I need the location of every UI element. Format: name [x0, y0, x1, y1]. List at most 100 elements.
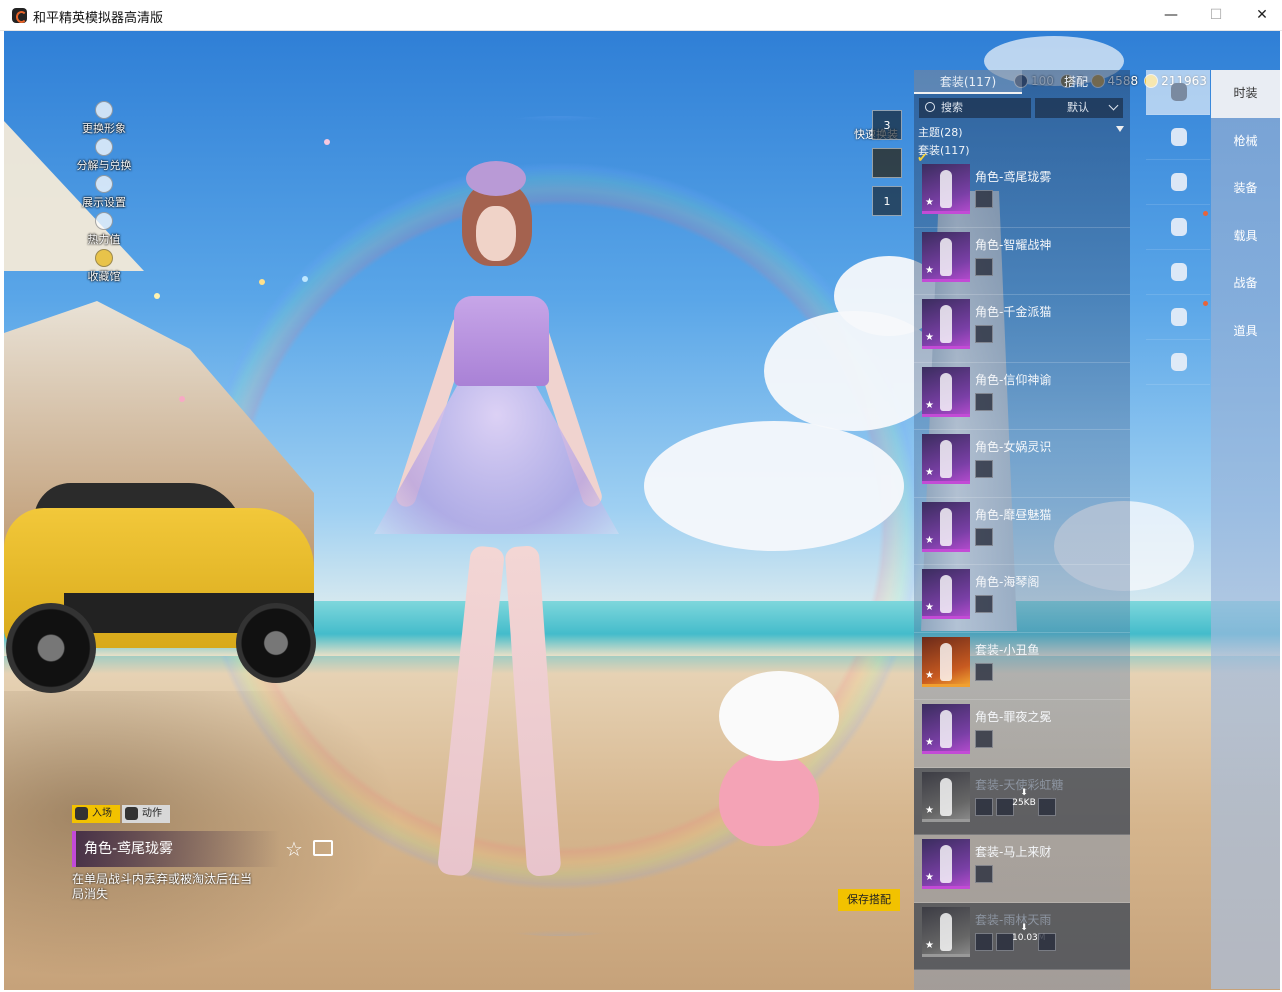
- floating-orb: [324, 139, 330, 145]
- pants-icon: [1171, 308, 1187, 326]
- costume-list-item[interactable]: ★ 套装-天使彩虹糖 ⬇ 25KB: [914, 767, 1130, 835]
- star-icon: ★: [925, 804, 934, 816]
- character-figure-icon: [940, 507, 952, 546]
- character-figure-icon: [940, 237, 952, 276]
- costume-thumbnail: ★: [922, 434, 970, 484]
- category-top-clothes[interactable]: [1146, 250, 1210, 295]
- nav-item[interactable]: 战备: [1211, 260, 1280, 308]
- category-outfit-figure[interactable]: [1146, 70, 1210, 115]
- character-figure-icon: [940, 305, 952, 343]
- nav-item[interactable]: 时装: [1211, 70, 1280, 118]
- change-avatar-button[interactable]: 更换形象: [64, 101, 144, 138]
- star-icon: ★: [925, 602, 934, 613]
- character-figure-icon: [940, 642, 952, 681]
- quick-change-slot-1[interactable]: 1: [872, 186, 902, 216]
- costume-list-item[interactable]: ★ 套装-雨林天雨 ⬇ 10.03M: [914, 902, 1130, 970]
- sort-dropdown[interactable]: 默认: [1035, 98, 1123, 118]
- decompose-exchange-button[interactable]: 分解与兑换: [64, 138, 144, 175]
- costume-list-item[interactable]: ★ 角色-靡昼魅猫: [914, 498, 1130, 565]
- minimize-button[interactable]: —: [1155, 4, 1187, 26]
- app-logo-icon: [12, 8, 27, 23]
- character-figure-icon: [940, 170, 952, 208]
- tab-suits[interactable]: 套装(117): [914, 70, 1022, 94]
- costume-part-icon: [1038, 797, 1056, 816]
- costume-list-item[interactable]: ★ 角色-罪夜之冕: [914, 700, 1130, 768]
- costume-list-item[interactable]: ★ 角色-女娲灵识: [914, 430, 1130, 498]
- character-figure-icon: [940, 372, 952, 411]
- costume-description: 在单局战斗内丢弃或被淘汰后在当局消失: [72, 872, 253, 901]
- download-size: 25KB: [1012, 797, 1036, 808]
- quick-change-slot-3[interactable]: 3: [872, 110, 902, 140]
- costume-part-icon: [975, 325, 993, 343]
- character-model[interactable]: [354, 161, 634, 881]
- costume-list-item[interactable]: ★ 角色-海琴阁: [914, 565, 1130, 633]
- character-figure-icon: [940, 440, 952, 478]
- left-quick-menu: 更换形象 分解与兑换 展示设置 热力值 收藏馆: [64, 101, 144, 286]
- star-icon: ★: [925, 669, 934, 681]
- category-pants[interactable]: [1146, 295, 1210, 340]
- download-size: 10.03M: [1012, 932, 1046, 943]
- share-icon[interactable]: [313, 840, 333, 856]
- floating-orb: [302, 276, 308, 282]
- costume-name: 角色-鸢尾珑雾: [975, 170, 1052, 184]
- costume-list-item[interactable]: ★ 角色-智耀战神: [914, 228, 1130, 295]
- tab-outfits[interactable]: 搭配: [1022, 70, 1130, 94]
- nav-item[interactable]: 道具: [1211, 308, 1280, 356]
- costume-thumbnail: ★: [922, 771, 970, 822]
- favorite-star-icon[interactable]: ☆: [285, 837, 303, 861]
- category-shoes[interactable]: [1146, 340, 1210, 385]
- category-cap[interactable]: [1146, 115, 1210, 160]
- mode-entrance[interactable]: 入场: [72, 805, 120, 823]
- costume-list-item[interactable]: ★ 套装-马上来财: [914, 835, 1130, 903]
- dropdown-arrow-icon[interactable]: [1116, 126, 1124, 132]
- entrance-icon: [75, 807, 88, 820]
- yellow-suv-vehicle: [4, 483, 322, 693]
- collection-gallery-button[interactable]: 收藏馆: [64, 249, 144, 286]
- costume-part-icon: [975, 595, 993, 613]
- star-icon: ★: [925, 332, 934, 343]
- download-icon: ⬇: [1020, 787, 1028, 798]
- search-input[interactable]: 搜索: [919, 98, 1031, 118]
- preview-mode-tabs: 入场 动作: [72, 805, 170, 823]
- costume-name: 套装-马上来财: [975, 845, 1052, 859]
- quick-change-slot-emblem[interactable]: [872, 148, 902, 178]
- costume-thumbnail: ★: [922, 906, 970, 957]
- nav-item[interactable]: 装备: [1211, 165, 1280, 213]
- costume-thumbnail: ★: [922, 839, 970, 889]
- costume-name: 套装-小丑鱼: [975, 642, 1040, 657]
- action-icon: [125, 807, 138, 820]
- star-icon: ★: [925, 534, 934, 546]
- save-outfit-button[interactable]: 保存搭配: [838, 889, 900, 911]
- flame-icon: [95, 212, 113, 230]
- costume-part-icon: [975, 190, 993, 208]
- star-icon: ★: [925, 467, 934, 478]
- download-indicator[interactable]: ⬇ 25KB: [1012, 788, 1036, 808]
- mode-action[interactable]: 动作: [122, 805, 170, 823]
- category-goggles[interactable]: [1146, 160, 1210, 205]
- theme-filter[interactable]: 主题(28): [918, 124, 963, 140]
- mask-face-icon: [1171, 218, 1187, 236]
- costume-part-icon: [975, 865, 993, 883]
- costume-list-item[interactable]: ★ 角色-千金派猫: [914, 295, 1130, 363]
- costume-list-item[interactable]: ★ 角色-信仰神谕: [914, 363, 1130, 430]
- heat-value-button[interactable]: 热力值: [64, 212, 144, 249]
- display-settings-button[interactable]: 展示设置: [64, 175, 144, 212]
- maximize-button[interactable]: ☐: [1200, 4, 1232, 26]
- costume-part-icon: [975, 392, 993, 411]
- close-window-button[interactable]: ✕: [1246, 4, 1278, 26]
- nav-item[interactable]: 枪械: [1211, 118, 1280, 166]
- costume-part-icon: [975, 932, 993, 951]
- window-titlebar: 和平精英模拟器高清版 — ☐ ✕: [0, 0, 1282, 31]
- shoes-icon: [1171, 353, 1187, 371]
- download-indicator[interactable]: ⬇ 10.03M: [1012, 923, 1046, 943]
- costume-part-icon: [975, 730, 993, 748]
- costume-list-item[interactable]: ★ 角色-鸢尾珑雾 ✔: [914, 152, 1130, 228]
- costume-list: ★ 角色-鸢尾珑雾 ✔ ★ 角色-智耀战神 ★ 角色-千金派猫 ★ 角色-信仰神谕 ★ 角色-女娲灵…: [914, 152, 1130, 970]
- category-mask-face[interactable]: [1146, 205, 1210, 250]
- star-icon: ★: [925, 737, 934, 748]
- nav-item[interactable]: 载具: [1211, 213, 1280, 261]
- costume-thumbnail: ★: [922, 636, 970, 687]
- star-icon: ★: [925, 399, 934, 411]
- costume-name: 角色-海琴阁: [975, 575, 1040, 589]
- costume-list-item[interactable]: ★ 套装-小丑鱼: [914, 633, 1130, 700]
